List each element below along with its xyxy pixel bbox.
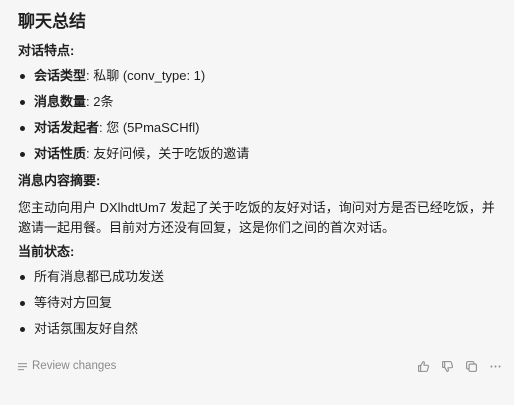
feature-value: : 友好问候，关于吃饭的邀请: [86, 146, 250, 161]
thumbs-down-button[interactable]: [440, 359, 454, 373]
more-button[interactable]: [488, 359, 502, 373]
review-list-icon: [18, 362, 27, 370]
feature-key: 对话性质: [34, 146, 87, 161]
review-changes-label: Review changes: [32, 360, 117, 372]
bullet-dot: [20, 152, 25, 157]
summary-heading: 消息内容摘要:: [18, 173, 101, 188]
bullet-dot: [20, 126, 25, 131]
thumbs-down-icon: [441, 360, 453, 372]
message-footer: Review changes: [18, 356, 502, 376]
message-actions: [406, 356, 502, 376]
copy-icon: [465, 360, 477, 372]
status-item: 对话氛围友好自然: [34, 321, 139, 336]
more-icon: [489, 365, 501, 367]
copy-button[interactable]: [464, 359, 478, 373]
feature-key: 消息数量: [34, 94, 87, 109]
bullet-dot: [20, 74, 25, 79]
review-changes-button[interactable]: Review changes: [18, 356, 116, 376]
summary-paragraph: 您主动向用户 DXlhdtUm7 发起了关于吃饭的友好对话，询问对方是否已经吃饭…: [18, 200, 495, 235]
status-heading: 当前状态:: [18, 244, 75, 259]
feature-key: 对话发起者: [34, 120, 100, 135]
feature-value: : 私聊 (conv_type: 1): [86, 68, 206, 83]
feature-value: : 2条: [86, 94, 114, 109]
message-title: 聊天总结: [18, 12, 86, 31]
thumbs-up-button[interactable]: [416, 359, 430, 373]
thumbs-up-icon: [417, 360, 429, 372]
feature-value: : 您 (5PmaSCHfl): [99, 120, 200, 135]
feature-key: 会话类型: [34, 68, 87, 83]
features-heading: 对话特点:: [18, 43, 75, 58]
status-item: 所有消息都已成功发送: [34, 269, 165, 284]
bullet-dot: [20, 301, 25, 306]
bullet-dot: [20, 100, 25, 105]
bullet-dot: [20, 275, 25, 280]
status-item: 等待对方回复: [34, 295, 113, 310]
bullet-dot: [20, 327, 25, 332]
